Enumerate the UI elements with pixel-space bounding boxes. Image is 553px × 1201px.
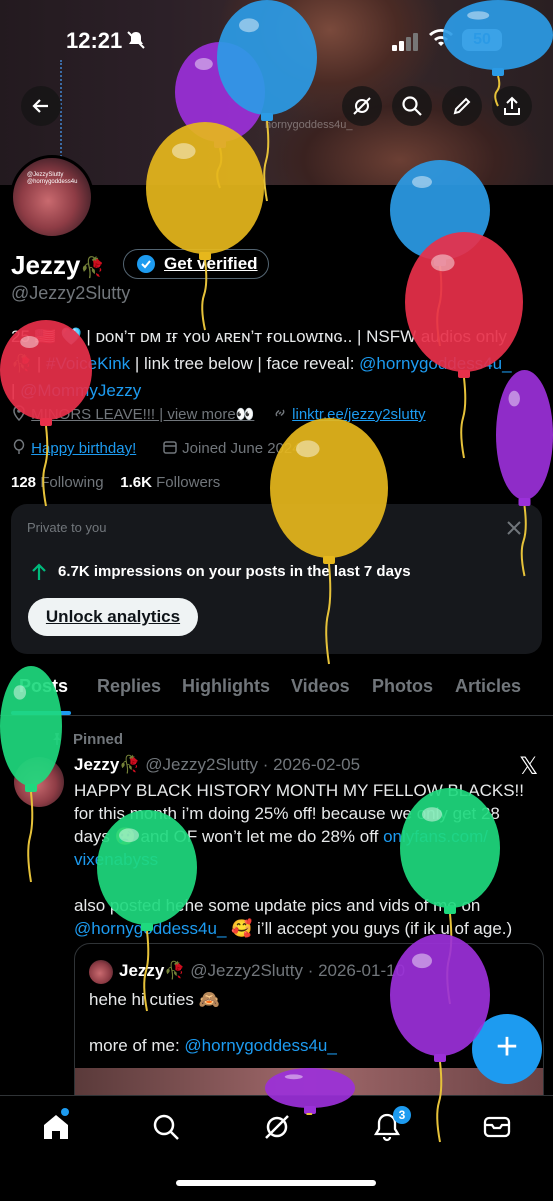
tab-replies[interactable]: Replies — [97, 676, 161, 697]
name-text: Jezzy — [11, 250, 81, 280]
home-dot — [61, 1108, 69, 1116]
balloon-decoration — [0, 666, 62, 883]
x-logo-icon: 𝕏 — [519, 753, 539, 780]
balloon-decoration — [0, 320, 92, 507]
calendar-icon — [163, 441, 177, 454]
balloon-decoration — [443, 0, 553, 107]
quote-handle-date: @Jezzy2Slutty · 2026-01-10 — [190, 961, 406, 980]
post-header: Jezzy🥀 @Jezzy2Slutty · 2026-02-05 — [74, 755, 360, 775]
cellular-signal-icon — [392, 33, 418, 51]
balloon-decoration — [390, 934, 490, 1143]
followers-count: 1.6K — [120, 474, 152, 491]
back-button[interactable] — [21, 86, 61, 126]
post-author[interactable]: Jezzy — [74, 755, 119, 774]
balloon-decoration — [146, 122, 264, 331]
post-handle-date: @Jezzy2Slutty · 2026-02-05 — [145, 755, 361, 774]
balloon-decoration — [270, 418, 388, 665]
private-label: Private to you — [27, 520, 107, 535]
balloon-decoration — [265, 1068, 355, 1115]
home-icon[interactable] — [41, 1112, 71, 1142]
profile-handle: @Jezzy2Slutty — [11, 283, 131, 303]
grok-button[interactable] — [342, 86, 382, 126]
silent-bell-icon — [126, 30, 146, 55]
mention-link[interactable]: @hornygoddess4u_ — [184, 1036, 336, 1055]
search-icon — [402, 96, 422, 116]
balloon-decoration — [97, 810, 197, 1012]
home-indicator — [176, 1180, 376, 1186]
search-icon[interactable] — [151, 1112, 181, 1142]
display-name: Jezzy🥀 — [11, 250, 105, 281]
search-button[interactable] — [392, 86, 432, 126]
arrow-up-icon — [32, 563, 46, 580]
tab-videos[interactable]: Videos — [291, 676, 350, 697]
tab-photos[interactable]: Photos — [372, 676, 433, 697]
quote-line2: more of me: @hornygoddess4u_ — [89, 1036, 337, 1056]
followers-stat[interactable]: 1.6K Followers — [120, 474, 220, 491]
bio-text: | link tree below | face reveal: — [130, 354, 360, 373]
avatar-caption: @JezzySlutty — [27, 172, 64, 178]
arrow-left-icon — [32, 99, 48, 113]
author-emoji: 🥀 — [119, 755, 141, 774]
balloon-decoration — [496, 370, 553, 577]
tabs-divider — [0, 715, 553, 716]
unlock-analytics-button[interactable]: Unlock analytics — [28, 598, 198, 636]
tab-highlights[interactable]: Highlights — [182, 676, 270, 697]
quote-text: more of me: — [89, 1036, 185, 1055]
pinned-label: Pinned — [73, 731, 124, 748]
tab-articles[interactable]: Articles — [455, 676, 521, 697]
grok-icon — [353, 97, 371, 115]
avatar-caption: @hornygoddess4u — [27, 179, 78, 185]
name-emoji: 🥀 — [80, 257, 106, 279]
avatar[interactable]: @JezzySlutty @hornygoddess4u — [10, 155, 94, 239]
followers-label: Followers — [156, 474, 221, 491]
status-time: 12:21 — [66, 28, 123, 53]
